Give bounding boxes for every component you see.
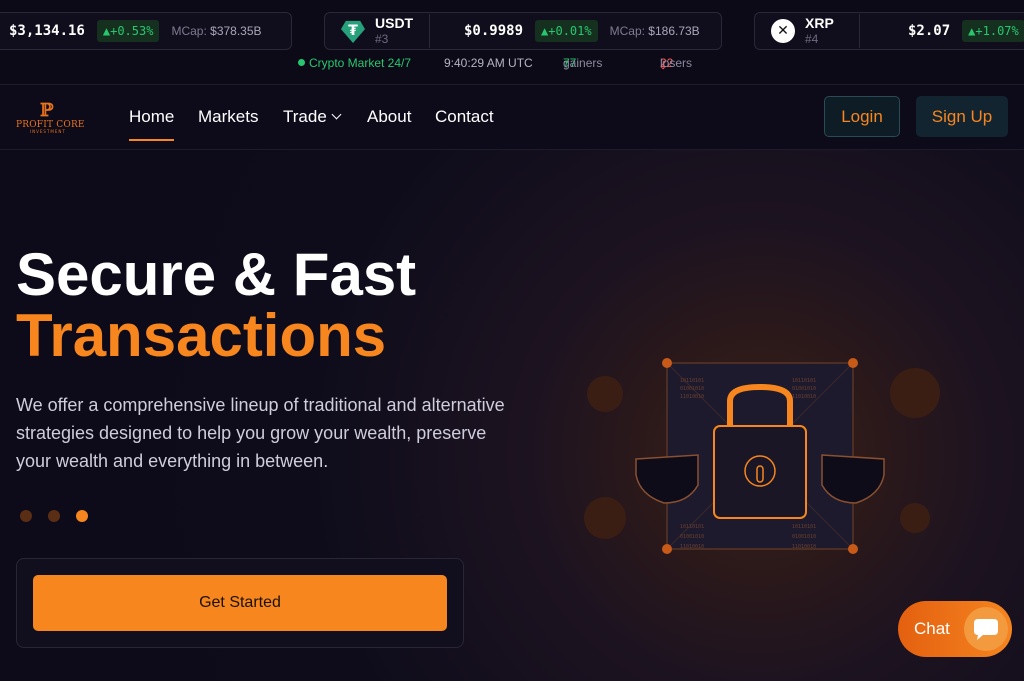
hero-section: Secure & Fast Transactions We offer a co…	[0, 150, 1024, 681]
decor-circle	[900, 503, 930, 533]
lock-icon	[713, 425, 807, 519]
coin-symbol: XRP	[805, 15, 834, 31]
coin-id: XRP #4	[805, 15, 845, 47]
chevron-down-icon	[331, 109, 342, 120]
market-open-status: Crypto Market 24/7	[298, 56, 411, 70]
ticker-change: ▲+1.07%	[962, 20, 1024, 42]
carousel-dot[interactable]	[48, 510, 60, 522]
carousel-dot[interactable]	[20, 510, 32, 522]
logo-subtext: INVESTMENT	[30, 129, 66, 134]
shield-left-icon	[635, 454, 699, 504]
panel-node	[662, 358, 672, 368]
ticker-price: $3,134.16	[9, 23, 85, 39]
binary-row: 01001010	[792, 534, 816, 540]
nav-link-markets[interactable]: Markets	[198, 107, 258, 127]
divider	[859, 14, 860, 48]
market-time: 9:40:29 AM UTC	[444, 56, 533, 70]
decor-circle	[587, 376, 623, 412]
market-label: Crypto Market 24/7	[309, 56, 412, 70]
live-dot-icon	[298, 59, 305, 66]
hero-title-line1: Secure & Fast	[16, 241, 417, 308]
login-button[interactable]: Login	[824, 96, 900, 137]
binary-row: 10110101	[680, 378, 704, 384]
security-lock-illustration: 10110101 01001010 11010010 10110101 0100…	[584, 358, 940, 554]
binary-row: 01001010	[680, 534, 704, 540]
hero-title-line2: Transactions	[16, 302, 387, 369]
ticker-price: $0.9989	[464, 23, 524, 39]
ticker-change: ▲+0.53%	[96, 20, 160, 42]
ticker-mcap: MCap: $378.35B	[171, 24, 261, 38]
nav-link-trade-label: Trade	[283, 107, 327, 126]
crypto-ticker: $3,134.16 ▲+0.53% MCap: $378.35B ₮ USDT …	[0, 0, 1024, 85]
carousel-dot-active[interactable]	[76, 510, 88, 522]
main-navbar: ℙ PROFIT CORE INVESTMENT Home Markets Tr…	[0, 85, 1024, 150]
tether-icon: ₮	[341, 20, 365, 43]
coin-rank: #4	[805, 32, 819, 46]
ticker-card-usdt[interactable]: ₮ USDT #3 $0.9989 ▲+0.01% MCap: $186.73B	[324, 12, 722, 50]
decor-circle	[890, 368, 940, 418]
binary-row: 11010010	[792, 394, 816, 400]
ticker-mcap: MCap: $186.73B	[610, 24, 700, 38]
nav-link-contact[interactable]: Contact	[435, 107, 494, 127]
hero-description: We offer a comprehensive lineup of tradi…	[16, 395, 505, 471]
cta-container: Get Started	[16, 558, 464, 648]
coin-rank: #3	[375, 32, 389, 46]
mcap-value: $378.35B	[210, 24, 262, 38]
chat-label: Chat	[914, 619, 950, 638]
nav-link-trade[interactable]: Trade	[283, 107, 342, 127]
coin-symbol: USDT	[375, 15, 414, 31]
binary-row: 11010010	[680, 394, 704, 400]
nav-link-home[interactable]: Home	[129, 107, 175, 141]
mcap-label: MCap:	[609, 24, 645, 38]
gainers-label: gainers	[563, 56, 603, 70]
site-logo[interactable]: ℙ PROFIT CORE INVESTMENT	[16, 100, 88, 135]
ticker-change-value: +0.01%	[548, 24, 592, 38]
ticker-price: $2.07	[908, 23, 951, 39]
panel-node	[662, 544, 672, 554]
logo-mark-icon: ℙ	[40, 100, 54, 121]
divider	[429, 14, 430, 48]
coin-id: USDT #3	[375, 15, 415, 47]
xrp-icon: ✕	[771, 19, 795, 43]
binary-row: 10110101	[792, 378, 816, 384]
signup-button[interactable]: Sign Up	[916, 96, 1008, 137]
binary-row: 10110101	[792, 524, 816, 530]
mcap-label: MCap:	[171, 24, 207, 38]
ticker-change-value: +1.07%	[975, 24, 1019, 38]
losers-label: losers	[660, 56, 693, 70]
ticker-change-value: +0.53%	[110, 24, 154, 38]
panel-node	[848, 358, 858, 368]
chat-bubble-glyph	[974, 619, 998, 640]
get-started-button[interactable]: Get Started	[33, 575, 447, 631]
binary-row: 11010010	[792, 544, 816, 550]
ticker-change: ▲+0.01%	[535, 20, 598, 42]
decor-circle	[584, 497, 626, 539]
chat-bubble-icon	[964, 607, 1008, 651]
chat-widget-button[interactable]: Chat	[898, 601, 1012, 657]
binary-row: 11010010	[680, 544, 704, 550]
mcap-value: $186.73B	[648, 24, 700, 38]
panel-node	[848, 544, 858, 554]
binary-row: 10110101	[680, 524, 704, 530]
binary-row: 01001010	[680, 386, 704, 392]
nav-link-about[interactable]: About	[367, 107, 411, 127]
ticker-card-xrp[interactable]: ✕ XRP #4 $2.07 ▲+1.07%	[754, 12, 1024, 50]
binary-row: 01001010	[792, 386, 816, 392]
ticker-card-eth[interactable]: $3,134.16 ▲+0.53% MCap: $378.35B	[0, 12, 292, 50]
market-status-bar: Crypto Market 24/7 9:40:29 AM UTC 🡑 77 g…	[0, 56, 1024, 72]
shield-right-icon	[821, 454, 885, 504]
